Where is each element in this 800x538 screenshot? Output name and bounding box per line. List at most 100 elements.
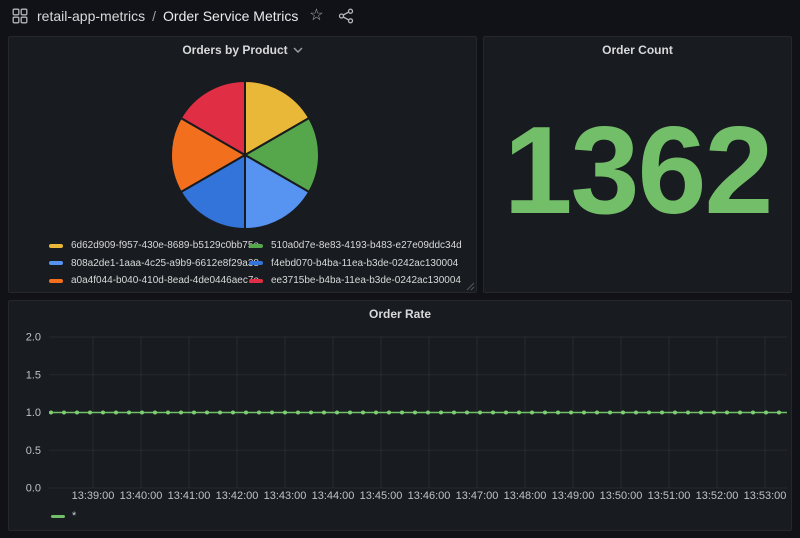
series-point xyxy=(192,411,196,415)
series-point xyxy=(205,411,209,415)
series-point xyxy=(777,411,781,415)
pie-legend-item[interactable]: 6d62d909-f957-430e-8689-b5129c0bb75e xyxy=(49,240,249,251)
series-point xyxy=(452,411,456,415)
series-marker xyxy=(249,244,263,248)
series-label: ee3715be-b4ba-11ea-b3de-0242ac130004 xyxy=(271,275,461,286)
x-axis-tick-label: 13:50:00 xyxy=(600,490,643,502)
x-axis-tick-label: 13:51:00 xyxy=(648,490,691,502)
series-point xyxy=(712,411,716,415)
series-marker xyxy=(51,515,65,518)
panel-order-rate: Order Rate 0.0 0.5 1.0 1.5 2.0 13:39:00 13:40:… xyxy=(8,300,792,531)
series-point xyxy=(62,411,66,415)
series-point xyxy=(673,411,677,415)
y-axis-tick-label: 0.5 xyxy=(26,445,41,457)
share-icon[interactable] xyxy=(334,4,358,28)
chevron-down-icon xyxy=(293,47,303,53)
series-point xyxy=(179,411,183,415)
y-axis-tick-label: 0.0 xyxy=(26,483,41,495)
apps-grid-icon[interactable] xyxy=(12,8,28,24)
stat-value: 1362 xyxy=(484,63,791,278)
series-point xyxy=(114,411,118,415)
x-axis-tick-label: 13:49:00 xyxy=(552,490,595,502)
pie-legend-item[interactable]: ee3715be-b4ba-11ea-b3de-0242ac130004 xyxy=(249,275,462,286)
series-point xyxy=(686,411,690,415)
pie-chart[interactable] xyxy=(9,61,476,233)
panel-title-orders-by-product[interactable]: Orders by Product xyxy=(9,37,476,63)
x-axis-tick-label: 13:53:00 xyxy=(744,490,787,502)
series-marker xyxy=(249,261,263,265)
series-point xyxy=(283,411,287,415)
x-axis-tick-label: 13:46:00 xyxy=(408,490,451,502)
series-point xyxy=(738,411,742,415)
pie-legend: 6d62d909-f957-430e-8689-b5129c0bb75e 808a… xyxy=(49,237,462,290)
series-point xyxy=(75,411,79,415)
series-point xyxy=(764,411,768,415)
series-point xyxy=(595,411,599,415)
x-axis-tick-label: 13:41:00 xyxy=(168,490,211,502)
series-marker xyxy=(249,279,263,283)
breadcrumb-separator: / xyxy=(152,8,156,24)
y-axis-tick-label: 2.0 xyxy=(26,332,41,344)
order-rate-chart[interactable]: 0.0 0.5 1.0 1.5 2.0 13:39:00 13:40:00 13:41:00 1… xyxy=(9,327,791,532)
dashboard-header: retail-app-metrics / Order Service Metri… xyxy=(0,0,800,32)
series-point xyxy=(322,411,326,415)
series-point xyxy=(491,411,495,415)
series-point xyxy=(660,411,664,415)
x-axis-tick-label: 13:52:00 xyxy=(696,490,739,502)
series-label: a0a4f044-b040-410d-8ead-4de0446aec7e xyxy=(71,275,259,286)
x-axis-tick-label: 13:47:00 xyxy=(456,490,499,502)
series-point xyxy=(387,411,391,415)
rate-legend-item[interactable]: * xyxy=(51,510,76,522)
series-point xyxy=(725,411,729,415)
series-label: f4ebd070-b4ba-11ea-b3de-0242ac130004 xyxy=(271,258,458,269)
series-point xyxy=(101,411,105,415)
x-axis-tick-label: 13:40:00 xyxy=(120,490,163,502)
panel-order-count: Order Count 1362 xyxy=(483,36,792,293)
series-point xyxy=(127,411,131,415)
series-point xyxy=(517,411,521,415)
series-marker xyxy=(49,279,63,283)
breadcrumb-dashboard-title: Order Service Metrics xyxy=(163,8,298,24)
series-point xyxy=(413,411,417,415)
series-point xyxy=(153,411,157,415)
series-point xyxy=(257,411,261,415)
y-axis-tick-label: 1.0 xyxy=(26,407,41,419)
breadcrumb-folder[interactable]: retail-app-metrics xyxy=(37,8,145,24)
y-axis-tick-label: 1.5 xyxy=(26,369,41,381)
series-point xyxy=(49,411,53,415)
series-label: 6d62d909-f957-430e-8689-b5129c0bb75e xyxy=(71,240,259,251)
series-point xyxy=(361,411,365,415)
panel-title-order-count[interactable]: Order Count xyxy=(484,37,791,63)
x-axis-tick-label: 13:39:00 xyxy=(72,490,115,502)
x-axis-tick-label: 13:42:00 xyxy=(216,490,259,502)
series-label: 808a2de1-1aaa-4c25-a9b9-6612e8f29a38 xyxy=(71,258,259,269)
series-point xyxy=(556,411,560,415)
series-point xyxy=(608,411,612,415)
series-point xyxy=(244,411,248,415)
star-icon[interactable]: ☆ xyxy=(304,4,328,28)
x-axis-tick-label: 13:44:00 xyxy=(312,490,355,502)
panel-orders-by-product: Orders by Product 6d62d909-f957-430e-868… xyxy=(8,36,477,293)
x-axis-tick-label: 13:43:00 xyxy=(264,490,307,502)
series-label: 510a0d7e-8e83-4193-b483-e27e09ddc34d xyxy=(271,240,462,251)
series-marker xyxy=(49,244,63,248)
series-point xyxy=(439,411,443,415)
series-point xyxy=(647,411,651,415)
panel-title-order-rate[interactable]: Order Rate xyxy=(9,301,791,327)
series-point xyxy=(426,411,430,415)
series-point xyxy=(374,411,378,415)
series-marker xyxy=(49,261,63,265)
series-point xyxy=(400,411,404,415)
panel-resize-handle[interactable] xyxy=(465,281,475,291)
series-point xyxy=(621,411,625,415)
pie-legend-item[interactable]: f4ebd070-b4ba-11ea-b3de-0242ac130004 xyxy=(249,258,462,269)
series-point xyxy=(751,411,755,415)
pie-legend-item[interactable]: 808a2de1-1aaa-4c25-a9b9-6612e8f29a38 xyxy=(49,258,249,269)
pie-legend-item[interactable]: a0a4f044-b040-410d-8ead-4de0446aec7e xyxy=(49,275,249,286)
series-point xyxy=(309,411,313,415)
series-point xyxy=(348,411,352,415)
series-point xyxy=(335,411,339,415)
series-point xyxy=(296,411,300,415)
x-axis-tick-label: 13:45:00 xyxy=(360,490,403,502)
pie-legend-item[interactable]: 510a0d7e-8e83-4193-b483-e27e09ddc34d xyxy=(249,240,462,251)
